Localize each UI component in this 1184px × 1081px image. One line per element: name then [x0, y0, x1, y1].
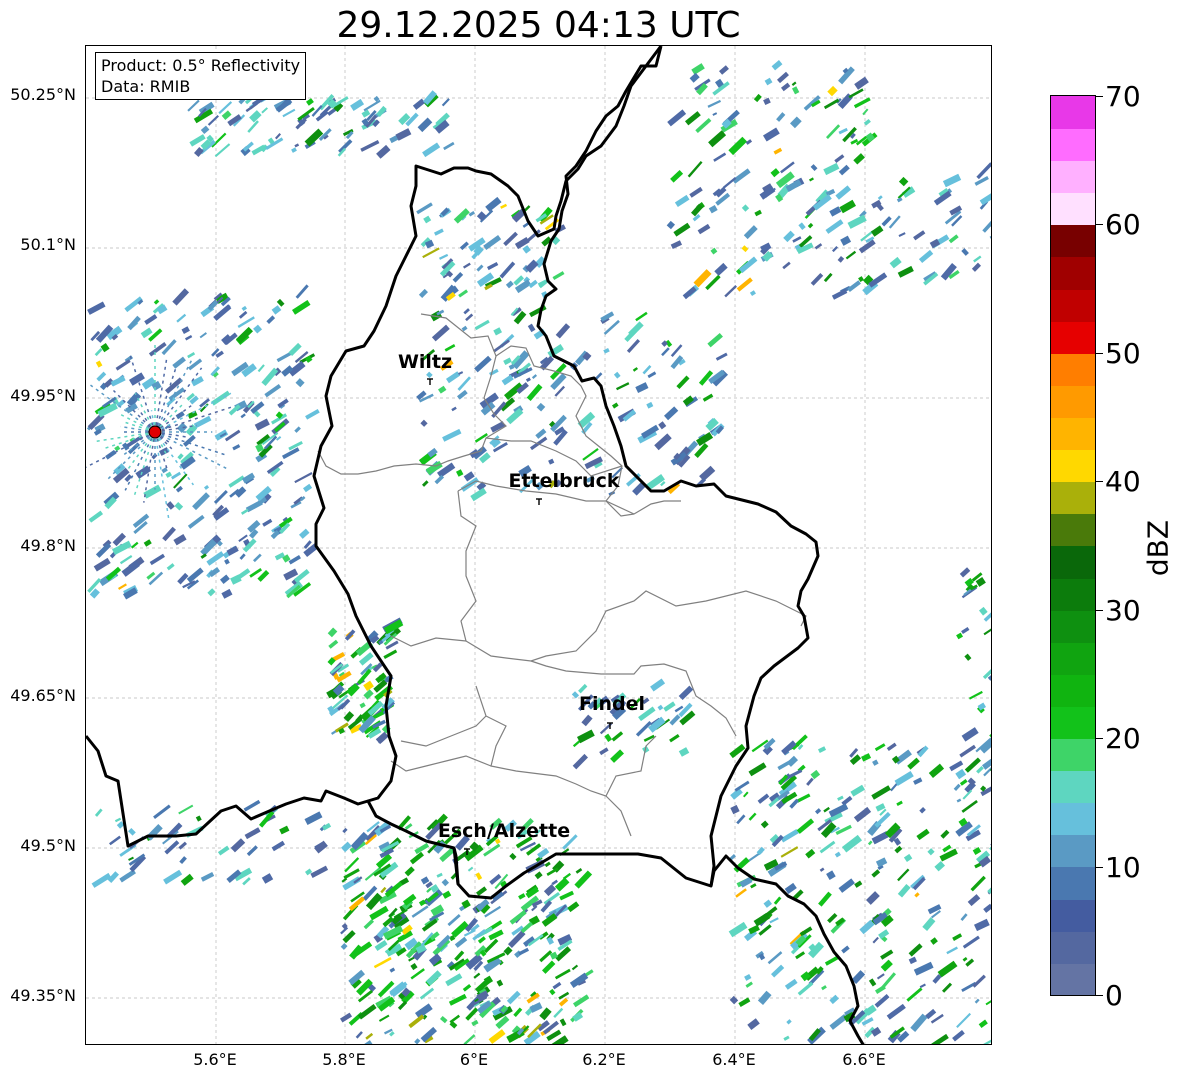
city-markers [427, 378, 613, 855]
colorbar-segment [1051, 385, 1095, 418]
lat-label: 49.35°N [10, 986, 76, 1005]
colorbar-segment [1051, 192, 1095, 225]
lon-label: 5.6°E [193, 1050, 237, 1069]
colorbar-segment [1051, 257, 1095, 290]
product-label: Product: 0.5° Reflectivity [101, 56, 301, 75]
lat-label: 50.25°N [10, 85, 76, 104]
map-title: 29.12.2025 04:13 UTC [336, 5, 741, 46]
colorbar-segment [1051, 546, 1095, 579]
colorbar-segment [1051, 321, 1095, 354]
colorbar-segment [1051, 802, 1095, 835]
city-label-wiltz: Wiltz [397, 351, 453, 373]
lon-label: 6.2°E [582, 1050, 626, 1069]
dbz-colorbar [1050, 95, 1096, 996]
colorbar-tick-label: 10 [1105, 851, 1141, 884]
colorbar-segment [1051, 706, 1095, 739]
lat-label: 49.8°N [20, 536, 76, 555]
lon-label: 5.8°E [322, 1050, 366, 1069]
lon-label: 6°E [459, 1050, 489, 1069]
lat-label: 50.1°N [20, 235, 76, 254]
colorbar-segment [1051, 160, 1095, 193]
colorbar-segment [1051, 931, 1095, 964]
radar-site-marker[interactable] [148, 425, 162, 439]
city-label-esch-alzette: Esch/Alzette [437, 820, 571, 842]
colorbar-segment [1051, 899, 1095, 932]
colorbar-segment [1051, 834, 1095, 867]
colorbar-segment [1051, 224, 1095, 257]
colorbar-tick-label: 20 [1105, 722, 1141, 755]
colorbar-segment [1051, 674, 1095, 707]
city-label-ettelbruck: Ettelbruck [508, 470, 620, 492]
lon-label: 6.4°E [712, 1050, 756, 1069]
colorbar-unit-label: dBZ [1141, 519, 1175, 577]
product-info-box: Product: 0.5° Reflectivity Data: RMIB [95, 52, 307, 100]
colorbar-segment [1051, 963, 1095, 995]
map-canvas [86, 46, 991, 1044]
grid-lines [86, 46, 991, 1044]
radar-map[interactable]: Product: 0.5° Reflectivity Data: RMIB Wi… [85, 45, 992, 1045]
colorbar-segment [1051, 513, 1095, 546]
colorbar-segment [1051, 353, 1095, 386]
lon-label: 6.6°E [842, 1050, 886, 1069]
colorbar-segment [1051, 449, 1095, 482]
lat-label: 49.95°N [10, 386, 76, 405]
reflectivity-echoes [86, 60, 991, 1044]
colorbar-segment [1051, 96, 1095, 129]
colorbar-segment [1051, 578, 1095, 611]
colorbar-segment [1051, 610, 1095, 643]
colorbar-tick-label: 70 [1105, 80, 1141, 113]
lat-label: 49.5°N [20, 836, 76, 855]
colorbar-segment [1051, 738, 1095, 771]
colorbar-segment [1051, 642, 1095, 675]
colorbar-segment [1051, 289, 1095, 322]
colorbar-segment [1051, 417, 1095, 450]
colorbar-tick-label: 40 [1105, 465, 1141, 498]
colorbar-segment [1051, 770, 1095, 803]
colorbar-segment [1051, 481, 1095, 514]
colorbar-tick-label: 50 [1105, 337, 1141, 370]
colorbar-segment [1051, 867, 1095, 900]
colorbar-tick-label: 30 [1105, 594, 1141, 627]
colorbar-segment [1051, 128, 1095, 161]
lat-label: 49.65°N [10, 686, 76, 705]
colorbar-tick-label: 60 [1105, 208, 1141, 241]
city-label-findel: Findel [578, 693, 646, 715]
data-source-label: Data: RMIB [101, 77, 191, 96]
colorbar-tick-label: 0 [1105, 979, 1123, 1012]
